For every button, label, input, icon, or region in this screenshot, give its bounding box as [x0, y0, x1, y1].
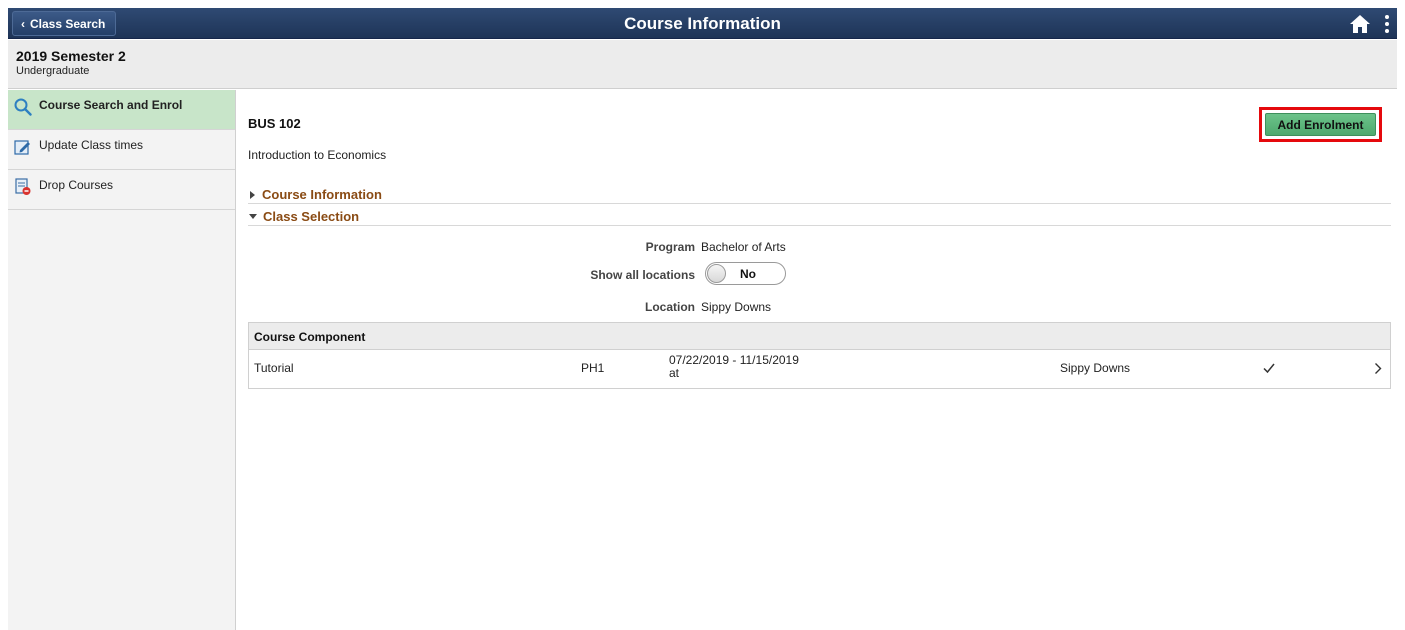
main-content: BUS 102 Introduction to Economics Add En…	[248, 90, 1391, 630]
caret-down-icon	[249, 214, 257, 219]
program-value: Bachelor of Arts	[701, 240, 786, 254]
chevron-left-icon: ‹	[21, 16, 25, 31]
top-header-bar: ‹ Class Search Course Information	[8, 8, 1397, 39]
location-value: Sippy Downs	[701, 300, 772, 314]
term-banner: 2019 Semester 2 Undergraduate	[8, 40, 1397, 89]
page-title: Course Information	[624, 14, 781, 33]
table-row[interactable]: Tutorial PH1 07/22/2019 - 11/15/2019 at …	[249, 350, 1390, 388]
term-title: 2019 Semester 2	[16, 48, 126, 64]
add-enrolment-button[interactable]: Add Enrolment	[1265, 113, 1376, 136]
toggle-value: No	[740, 267, 756, 281]
back-button-label: Class Search	[30, 16, 106, 31]
grid-header: Course Component	[249, 323, 1390, 350]
home-icon[interactable]	[1349, 13, 1371, 35]
component-cell: Tutorial	[254, 361, 294, 375]
dates-cell: 07/22/2019 - 11/15/2019	[669, 353, 799, 367]
sidebar-item-course-search-and-enrol[interactable]: Course Search and Enrol	[8, 90, 235, 130]
course-component-grid: Course Component Tutorial PH1 07/22/2019…	[248, 322, 1391, 389]
program-label: Program	[645, 240, 695, 254]
course-description: Introduction to Economics	[248, 148, 387, 162]
drop-icon	[15, 178, 31, 195]
course-code: BUS 102	[248, 116, 301, 131]
left-nav-sidebar: Course Search and Enrol Update Class tim…	[8, 90, 236, 630]
add-enrolment-highlight: Add Enrolment	[1259, 107, 1382, 142]
sidebar-item-label: Update Class times	[39, 138, 144, 152]
show-all-locations-label: Show all locations	[590, 268, 695, 282]
edit-icon	[14, 140, 30, 155]
section-title: Class Selection	[263, 209, 360, 224]
toggle-knob	[707, 264, 726, 283]
class-search-back-button[interactable]: ‹ Class Search	[12, 11, 117, 36]
chevron-right-icon[interactable]	[1374, 362, 1382, 375]
location-label: Location	[645, 300, 695, 314]
checkmark-icon	[1263, 363, 1275, 374]
sidebar-item-label: Course Search and Enrol	[39, 98, 183, 112]
search-icon	[14, 98, 32, 116]
section-cell: PH1	[581, 361, 605, 375]
class-selection-section-toggle[interactable]: Class Selection	[248, 208, 1391, 226]
sidebar-item-drop-courses[interactable]: Drop Courses	[8, 170, 235, 210]
course-information-section-toggle[interactable]: Course Information	[248, 186, 1391, 204]
term-career: Undergraduate	[16, 65, 90, 77]
show-all-locations-toggle[interactable]: No	[705, 262, 786, 285]
caret-right-icon	[250, 190, 255, 199]
section-title: Course Information	[262, 187, 382, 202]
time-cell: at	[669, 366, 680, 380]
row-location-cell: Sippy Downs	[1060, 361, 1131, 375]
kebab-menu-icon[interactable]	[1383, 13, 1391, 35]
sidebar-item-update-class-times[interactable]: Update Class times	[8, 130, 235, 170]
sidebar-item-label: Drop Courses	[39, 178, 114, 192]
